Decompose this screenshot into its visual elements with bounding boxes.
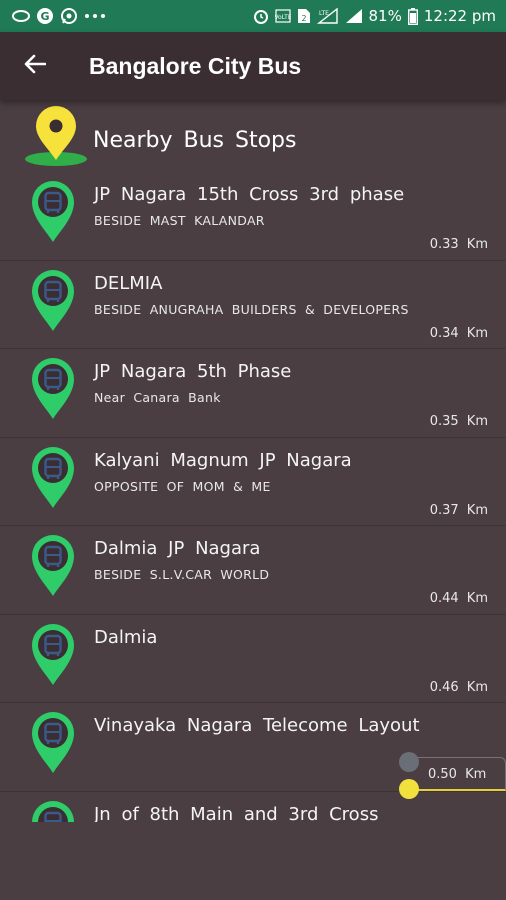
bus-stop-list[interactable]: JP Nagara 15th Cross 3rd phase BESIDE MA… [0,172,506,822]
stop-distance: 0.44 Km [429,591,488,606]
stop-name: Dalmia JP Nagara [94,538,261,559]
stop-description: BESIDE MAST KALANDAR [94,213,265,228]
stop-distance: 0.34 Km [429,325,488,341]
chat-bubble-icon [12,9,30,23]
bus-stop-pin-icon [30,269,76,338]
status-bar: G VoLTE 2 LTE 81% 12:22 pm [0,0,506,32]
stop-distance: 0.35 Km [429,414,488,429]
back-button[interactable] [0,32,70,100]
scroll-dot-top-icon [399,752,419,772]
alarm-icon [253,8,269,24]
battery-percent: 81% [368,7,402,25]
fast-scroll-handle[interactable]: 0.50 Km [396,750,506,799]
bus-stop-pin-icon [30,623,76,692]
bus-stop-pin-icon [30,534,76,603]
svg-text:LTE: LTE [319,10,329,17]
bus-stop-pin-icon [30,446,76,515]
status-right-icons: VoLTE 2 LTE 81% 12:22 pm [253,7,496,25]
stop-name: Jn of 8th Main and 3rd Cross [94,803,379,823]
nearby-header: Nearby Bus Stops [0,100,506,178]
stop-description: BESIDE S.L.V.CAR WORLD [94,567,270,582]
whatsapp-icon [60,7,78,25]
list-item[interactable]: Dalmia 0.46 Km [0,615,506,703]
stop-name: Dalmia [94,626,158,648]
list-item[interactable]: DELMIA BESIDE ANUGRAHA BUILDERS & DEVELO… [0,261,506,349]
svg-text:2: 2 [301,14,306,23]
bus-stop-pin-icon [30,180,76,249]
stop-description: BESIDE ANUGRAHA BUILDERS & DEVELOPERS [94,301,409,317]
status-left-icons: G [12,7,106,25]
stop-name: DELMIA [94,272,163,294]
stop-name: JP Nagara 15th Cross 3rd phase [94,184,405,205]
status-time: 12:22 pm [423,7,496,25]
stop-distance: 0.46 Km [429,679,488,695]
svg-text:G: G [40,10,49,23]
stop-name: Kalyani Magnum JP Nagara [94,449,352,471]
svg-text:VoLTE: VoLTE [275,14,291,21]
volte-icon: VoLTE [275,8,291,24]
lte-signal-icon: LTE [316,8,339,24]
app-bar: Bangalore City Bus [0,32,506,100]
scroll-distance-label: 0.50 Km [428,767,487,782]
section-title: Nearby Bus Stops [93,128,297,153]
sim2-icon: 2 [297,8,311,24]
location-pin-icon [24,104,88,175]
list-item[interactable]: JP Nagara 5th Phase Near Canara Bank 0.3… [0,349,506,438]
bus-stop-pin-icon [30,357,76,426]
g-circle-icon: G [36,7,54,25]
stop-description: Near Canara Bank [94,390,221,405]
more-dots-icon [84,13,106,19]
arrow-left-icon [24,54,47,79]
stop-name: JP Nagara 5th Phase [94,361,292,382]
scroll-dot-bottom-icon [399,779,419,799]
page-title: Bangalore City Bus [89,52,302,79]
bus-stop-pin-icon [30,800,76,822]
signal-icon [345,8,363,24]
list-item[interactable]: JP Nagara 15th Cross 3rd phase BESIDE MA… [0,172,506,261]
stop-description: OPPOSITE OF MOM & ME [94,478,271,494]
stop-distance: 0.37 Km [429,502,488,518]
stop-distance: 0.33 Km [429,237,488,252]
battery-icon [407,7,418,25]
stop-name: Vinayaka Nagara Telecome Layout [94,715,420,736]
list-item[interactable]: Dalmia JP Nagara BESIDE S.L.V.CAR WORLD … [0,526,506,615]
list-item[interactable]: Jn of 8th Main and 3rd Cross [0,792,506,823]
list-item[interactable]: Kalyani Magnum JP Nagara OPPOSITE OF MOM… [0,438,506,526]
bus-stop-pin-icon [30,711,76,780]
